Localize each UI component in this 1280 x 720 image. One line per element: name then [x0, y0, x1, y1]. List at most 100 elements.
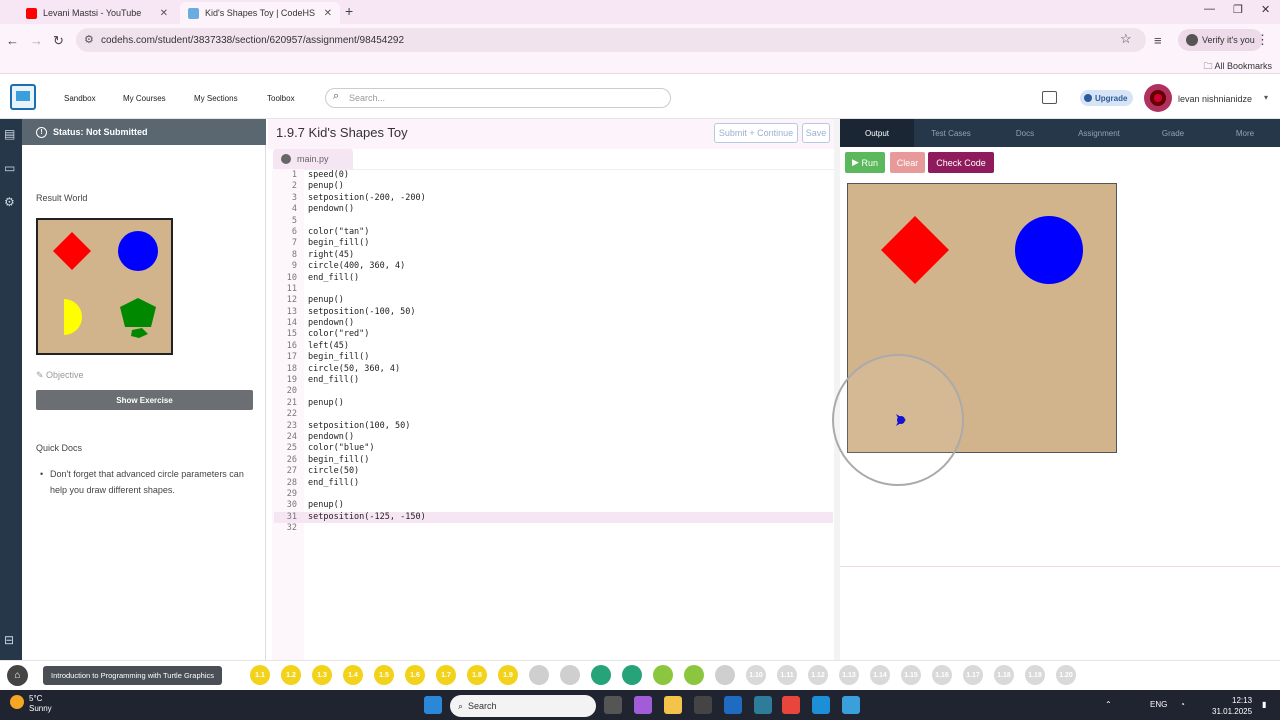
lesson-pill[interactable]: 1.17	[963, 665, 983, 685]
system-clock[interactable]: 12:13 31.01.2025	[1212, 695, 1252, 717]
code-text[interactable]: begin_fill()	[308, 238, 369, 249]
code-text[interactable]: begin_fill()	[308, 352, 369, 363]
home-icon[interactable]: ⌂	[7, 665, 28, 686]
forward-icon[interactable]: →	[30, 33, 43, 48]
user-avatar[interactable]	[1144, 84, 1172, 112]
objective-link[interactable]: ✎ Objective	[36, 370, 84, 381]
code-text[interactable]: penup()	[308, 181, 344, 192]
code-line[interactable]: 30 penup()	[274, 500, 833, 511]
course-name[interactable]: Introduction to Programming with Turtle …	[43, 666, 222, 685]
code-lines[interactable]: 1 speed(0) 2 penup() 3 setposition(-200, -200…	[274, 170, 833, 535]
code-text[interactable]: circle(50, 360, 4)	[308, 364, 400, 375]
code-text[interactable]: right(45)	[308, 250, 354, 261]
code-line[interactable]: 20	[274, 386, 833, 397]
codehs-logo[interactable]	[10, 84, 36, 110]
code-text[interactable]: left(45)	[308, 341, 349, 352]
lesson-pill[interactable]	[560, 665, 580, 685]
code-line[interactable]: 22	[274, 409, 833, 420]
verify-button[interactable]: Verify it's you	[1178, 29, 1263, 51]
check-code-button[interactable]: Check Code	[928, 152, 994, 173]
new-tab-icon[interactable]: +	[345, 3, 353, 19]
bookmark-star-icon[interactable]: ☆	[1120, 31, 1132, 47]
windows-start-icon[interactable]	[424, 696, 442, 714]
code-line[interactable]: 15 color("red")	[274, 329, 833, 340]
code-text[interactable]: pendown()	[308, 204, 354, 215]
lesson-pill[interactable]	[715, 665, 735, 685]
edge-icon[interactable]	[812, 696, 830, 714]
code-text[interactable]: penup()	[308, 500, 344, 511]
code-line[interactable]: 4 pendown()	[274, 204, 833, 215]
code-line[interactable]: 24 pendown()	[274, 432, 833, 443]
calendar-icon[interactable]	[1042, 91, 1057, 104]
tab-output[interactable]: Output	[840, 119, 914, 147]
code-text[interactable]: setposition(100, 50)	[308, 421, 410, 432]
grade-book-icon[interactable]: ▭	[4, 161, 15, 175]
code-line[interactable]: 16 left(45)	[274, 341, 833, 352]
app-icon[interactable]	[754, 696, 772, 714]
code-line[interactable]: 26 begin_fill()	[274, 455, 833, 466]
taskbar-search[interactable]: ⌕ Search	[450, 695, 596, 717]
lesson-pill[interactable]	[529, 665, 549, 685]
codehs-taskbar-icon[interactable]	[842, 696, 860, 714]
code-line[interactable]: 2 penup()	[274, 181, 833, 192]
code-line[interactable]: 17 begin_fill()	[274, 352, 833, 363]
map-icon[interactable]: ▤	[4, 127, 15, 141]
code-text[interactable]: pendown()	[308, 318, 354, 329]
site-info-icon[interactable]: ⚙	[84, 33, 94, 46]
media-icon[interactable]: ≡	[1154, 33, 1162, 48]
submit-continue-button[interactable]: Submit + Continue	[714, 123, 798, 143]
lesson-pill[interactable]	[622, 665, 642, 685]
code-line[interactable]: 1 speed(0)	[274, 170, 833, 181]
outlook-icon[interactable]	[724, 696, 742, 714]
tab-more[interactable]: More	[1210, 119, 1280, 147]
lesson-pill[interactable]: 1.1	[250, 665, 270, 685]
code-line[interactable]: 23 setposition(100, 50)	[274, 421, 833, 432]
nav-my-courses[interactable]: My Courses	[123, 94, 166, 103]
code-line[interactable]: 5	[274, 216, 833, 227]
url-text[interactable]: codehs.com/student/3837338/section/62095…	[101, 35, 404, 46]
lesson-pill[interactable]: 1.11	[777, 665, 797, 685]
lesson-pill[interactable]: 1.4	[343, 665, 363, 685]
code-text[interactable]: end_fill()	[308, 478, 359, 489]
code-text[interactable]: begin_fill()	[308, 455, 369, 466]
code-text[interactable]: circle(50)	[308, 466, 359, 477]
code-line[interactable]: 8 right(45)	[274, 250, 833, 261]
wifi-icon[interactable]: ◔	[1180, 700, 1185, 709]
lesson-pill[interactable]: 1.9	[498, 665, 518, 685]
tab-assignment[interactable]: Assignment	[1062, 119, 1136, 147]
code-text[interactable]: speed(0)	[308, 170, 349, 181]
code-text[interactable]: end_fill()	[308, 273, 359, 284]
lesson-pill[interactable]: 1.13	[839, 665, 859, 685]
close-icon[interactable]: ✕	[160, 8, 168, 19]
code-line[interactable]: 25 color("blue")	[274, 443, 833, 454]
username[interactable]: levan nishnianidze	[1178, 94, 1252, 104]
code-text[interactable]: color("red")	[308, 329, 369, 340]
weather-widget[interactable]: 5°C Sunny	[29, 694, 52, 714]
browser-tab-codehs[interactable]: Kid's Shapes Toy | CodeHS ✕	[180, 2, 340, 24]
lesson-pill[interactable]: 1.20	[1056, 665, 1076, 685]
code-text[interactable]: setposition(-200, -200)	[308, 193, 426, 204]
nav-sandbox[interactable]: Sandbox	[64, 94, 96, 103]
code-text[interactable]: color("blue")	[308, 443, 375, 454]
code-line[interactable]: 11	[274, 284, 833, 295]
tab-test-cases[interactable]: Test Cases	[914, 119, 988, 147]
lesson-pill[interactable]: 1.6	[405, 665, 425, 685]
code-text[interactable]: pendown()	[308, 432, 354, 443]
code-line[interactable]: 31 setposition(-125, -150)	[274, 511, 833, 524]
back-icon[interactable]: ←	[6, 33, 19, 48]
close-icon[interactable]: ✕	[324, 8, 332, 19]
lesson-pill[interactable]: 1.15	[901, 665, 921, 685]
lesson-pill[interactable]: 1.5	[374, 665, 394, 685]
code-text[interactable]: end_fill()	[308, 375, 359, 386]
clear-button[interactable]: Clear	[890, 152, 925, 173]
code-text[interactable]: penup()	[308, 398, 344, 409]
file-explorer-icon[interactable]	[664, 696, 682, 714]
code-line[interactable]: 14 pendown()	[274, 318, 833, 329]
show-exercise-button[interactable]: Show Exercise	[36, 390, 253, 410]
chrome-icon[interactable]	[782, 696, 800, 714]
code-text[interactable]: setposition(-125, -150)	[308, 512, 426, 523]
task-view-icon[interactable]	[604, 696, 622, 714]
code-text[interactable]: color("tan")	[308, 227, 369, 238]
lesson-pill[interactable]: 1.2	[281, 665, 301, 685]
file-tab-main-py[interactable]: main.py	[273, 149, 353, 169]
